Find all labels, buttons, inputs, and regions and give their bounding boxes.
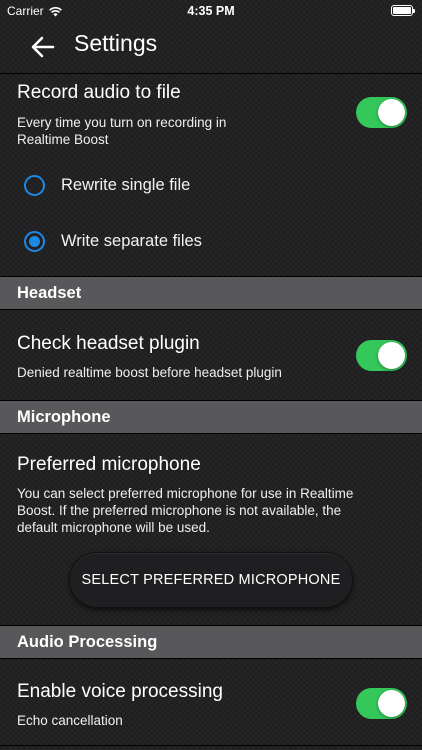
radio-label: Write separate files: [61, 232, 202, 250]
status-bar: Carrier 4:35 PM: [0, 0, 422, 22]
record-audio-subtitle-line2: Realtime Boost: [17, 132, 109, 147]
radio-rewrite-single-file[interactable]: Rewrite single file: [24, 175, 190, 196]
page-title: Settings: [74, 30, 158, 56]
radio-label: Rewrite single file: [61, 176, 191, 194]
record-audio-subtitle-line1: Every time you turn on recording in: [17, 115, 227, 130]
section-header-label: Microphone: [17, 408, 111, 426]
check-headset-subtitle: Denied realtime boost before headset plu…: [17, 365, 282, 380]
settings-screen: Carrier 4:35 PM Settings Record audio to…: [0, 0, 422, 750]
section-header-label: Headset: [17, 284, 82, 302]
section-header-headset: Headset: [0, 276, 422, 310]
check-headset-title: Check headset plugin: [17, 333, 200, 354]
microphone-description-line2: Boost. If the preferred microphone is no…: [17, 503, 342, 518]
row-divider: [0, 745, 422, 746]
radio-unchecked-icon: [24, 175, 45, 196]
status-time: 4:35 PM: [187, 4, 235, 18]
back-button[interactable]: [28, 32, 58, 62]
toggle-knob: [378, 99, 405, 126]
record-audio-title: Record audio to file: [17, 82, 181, 103]
record-audio-toggle[interactable]: [356, 97, 407, 128]
microphone-description-line3: default microphone will be used.: [17, 520, 210, 535]
section-header-microphone: Microphone: [0, 400, 422, 434]
section-header-label: Audio Processing: [17, 633, 158, 651]
battery-icon: [391, 5, 415, 16]
select-preferred-microphone-button[interactable]: SELECT PREFERRED MICROPHONE: [70, 553, 352, 607]
voice-processing-subtitle: Echo cancellation: [17, 713, 123, 728]
toggle-knob: [378, 342, 405, 369]
preferred-microphone-title: Preferred microphone: [17, 454, 201, 475]
back-arrow-icon: [31, 36, 55, 58]
radio-write-separate-files[interactable]: Write separate files: [24, 231, 202, 252]
toggle-knob: [378, 690, 405, 717]
radio-checked-icon: [24, 231, 45, 252]
check-headset-toggle[interactable]: [356, 340, 407, 371]
microphone-description-line1: You can select preferred microphone for …: [17, 486, 354, 501]
voice-processing-toggle[interactable]: [356, 688, 407, 719]
voice-processing-title: Enable voice processing: [17, 681, 223, 702]
section-header-audio-processing: Audio Processing: [0, 625, 422, 659]
navigation-bar: Settings: [0, 22, 422, 74]
